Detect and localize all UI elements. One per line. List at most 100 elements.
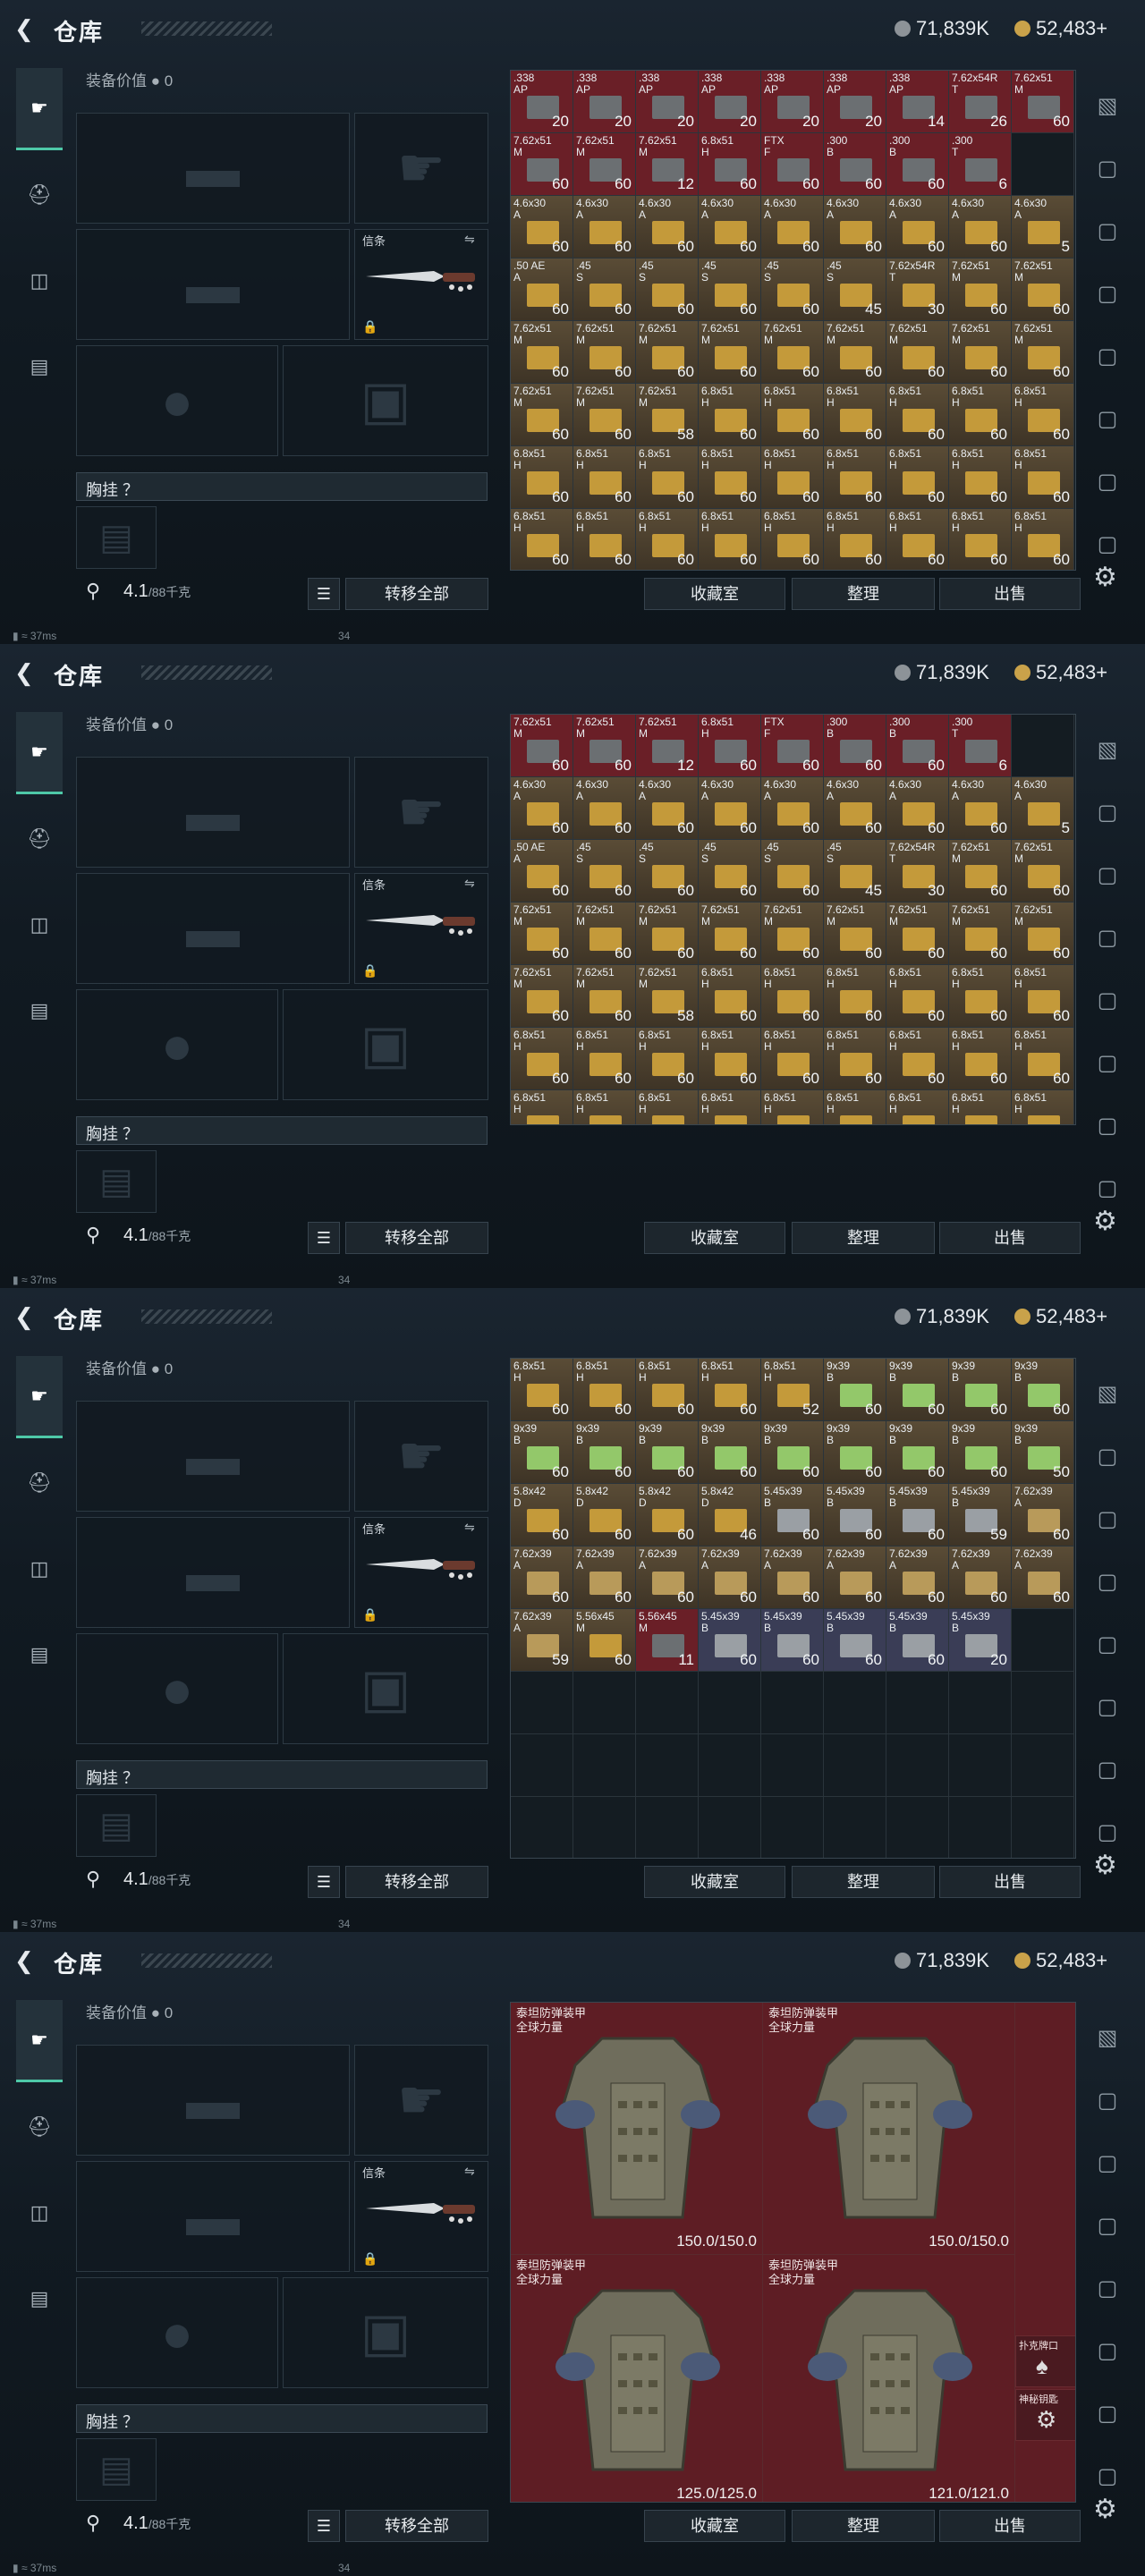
inventory-cell[interactable]: 5.45x39 B 59	[949, 1484, 1012, 1546]
inventory-cell[interactable]: 6.8x51 H60	[636, 509, 699, 570]
inventory-cell[interactable]: .45 S 60	[573, 840, 636, 902]
inventory-cell[interactable]: .300 B 60	[886, 715, 949, 777]
tab-armor[interactable]: ⛑	[16, 2086, 63, 2168]
armor-item[interactable]: 泰坦防弹装甲 全球力量 150.0/150.0	[511, 2003, 763, 2255]
chest-rig-slot[interactable]: 胸挂 ？	[76, 2404, 488, 2433]
body-armor-slot[interactable]: ▣	[283, 1633, 488, 1744]
primary-weapon-slot[interactable]: ▬	[76, 113, 350, 224]
inventory-cell[interactable]: 6.8x51 H60	[824, 384, 886, 446]
inventory-cell[interactable]: 9x39 B 60	[949, 1359, 1012, 1421]
storage-tab-5[interactable]: ▢	[1082, 1617, 1132, 1671]
inventory-cell[interactable]: 7.62x54R T 26	[949, 71, 1012, 133]
inventory-cell[interactable]: 4.6x30 A 60	[886, 196, 949, 258]
sell-button[interactable]: 出售	[939, 1866, 1081, 1898]
tab-backpack[interactable]: ▤	[16, 970, 63, 1052]
tab-armor[interactable]: ⛑	[16, 154, 63, 236]
inventory-cell[interactable]: 6.8x51 H60	[824, 1090, 886, 1124]
inventory-cell[interactable]: 6.8x51 H60	[1012, 1090, 1074, 1124]
inventory-cell[interactable]: .45 S 60	[761, 258, 824, 321]
storage-tab-3[interactable]: ▢	[1082, 2136, 1132, 2190]
storage-tab-5[interactable]: ▢	[1082, 2261, 1132, 2315]
inventory-cell[interactable]: 6.8x51 H60	[824, 509, 886, 570]
inventory-cell[interactable]: .45 S 60	[699, 840, 761, 902]
inventory-cell[interactable]: 7.62x51 M 60	[636, 902, 699, 965]
storage-tab-4[interactable]: ▢	[1082, 267, 1132, 320]
inventory-cell[interactable]: 6.8x51 H60	[761, 384, 824, 446]
empty-cell[interactable]	[573, 1734, 636, 1797]
tab-vest[interactable]: ◫	[16, 884, 63, 966]
secondary-weapon-slot[interactable]: ▬	[76, 229, 350, 340]
helmet-slot[interactable]: ●	[76, 1633, 278, 1744]
storage-tab-1[interactable]: ▧	[1082, 1367, 1132, 1420]
inventory-cell[interactable]: 6.8x51 H60	[636, 1090, 699, 1124]
storage-tab-1[interactable]: ▧	[1082, 2011, 1132, 2064]
tab-weapons[interactable]: ☛	[16, 1356, 63, 1438]
inventory-cell[interactable]: 7.62x51 M 60	[511, 133, 573, 196]
inventory-cell[interactable]: 6.8x51 H60	[699, 1090, 761, 1124]
inventory-cell[interactable]: 6.8x51 H60	[886, 965, 949, 1028]
inventory-cell[interactable]: 4.6x30 A 60	[511, 777, 573, 840]
empty-cell[interactable]	[511, 1797, 573, 1858]
inventory-cell[interactable]: 7.62x51 M 60	[511, 965, 573, 1028]
inventory-cell[interactable]: 7.62x51 M 60	[573, 133, 636, 196]
inventory-cell[interactable]: 5.45x39 B 60	[761, 1609, 824, 1672]
empty-cell[interactable]	[761, 1734, 824, 1797]
tab-weapons[interactable]: ☛	[16, 2000, 63, 2082]
backpack-slot[interactable]: ▤	[76, 1150, 157, 1213]
inventory-cell[interactable]: 4.6x30 A 60	[573, 196, 636, 258]
inventory-cell[interactable]: 4.6x30 A 60	[511, 196, 573, 258]
empty-cell[interactable]	[949, 1734, 1012, 1797]
inventory-cell[interactable]: .45 S 45	[824, 258, 886, 321]
inventory-cell[interactable]: .300 T 6	[949, 133, 1012, 196]
inventory-cell[interactable]: 5.45x39 B 60	[699, 1609, 761, 1672]
inventory-cell[interactable]: 6.8x51 H60	[699, 1359, 761, 1421]
inventory-cell[interactable]: .338 AP 20	[636, 71, 699, 133]
swap-icon[interactable]: ⇋	[464, 876, 475, 891]
inventory-cell[interactable]: 7.62x51 M 60	[511, 902, 573, 965]
gear-icon[interactable]: ⚙	[1093, 1206, 1117, 1237]
inventory-cell[interactable]: 4.6x30 A 60	[824, 777, 886, 840]
inventory-cell[interactable]: 7.62x39 A 59	[511, 1609, 573, 1672]
empty-cell[interactable]	[949, 1672, 1012, 1734]
inventory-cell[interactable]: 6.8x51 H60	[699, 133, 761, 196]
organize-button[interactable]: 整理	[792, 578, 935, 610]
transfer-all-button[interactable]: 转移全部	[345, 1222, 488, 1254]
inventory-cell[interactable]: .300 B 60	[824, 133, 886, 196]
inventory-cell[interactable]: 6.8x51 H60	[761, 1028, 824, 1090]
inventory-cell[interactable]: 6.8x51 H60	[699, 1028, 761, 1090]
inventory-cell[interactable]: 7.62x51 M 60	[886, 902, 949, 965]
inventory-cell[interactable]: 4.6x30 A 60	[699, 777, 761, 840]
inventory-cell[interactable]	[1012, 715, 1074, 777]
inventory-cell[interactable]: .338 AP 14	[886, 71, 949, 133]
empty-cell[interactable]	[824, 1734, 886, 1797]
inventory-cell[interactable]: 4.6x30 A 60	[636, 196, 699, 258]
pistol-slot[interactable]: ☛	[354, 1401, 488, 1512]
inventory-cell[interactable]: 7.62x51 M 60	[1012, 902, 1074, 965]
backpack-slot[interactable]: ▤	[76, 1794, 157, 1857]
inventory-cell[interactable]: 6.8x51 H60	[949, 1090, 1012, 1124]
inventory-cell[interactable]: 7.62x51 M 60	[573, 384, 636, 446]
inventory-cell[interactable]: 7.62x39 A 60	[573, 1546, 636, 1609]
inventory-cell[interactable]: 7.62x51 M 12	[636, 715, 699, 777]
inventory-cell[interactable]: .300 T 6	[949, 715, 1012, 777]
inventory-cell[interactable]: 7.62x39 A 60	[1012, 1546, 1074, 1609]
inventory-cell[interactable]: 5.8x42 D 60	[573, 1484, 636, 1546]
inventory-cell[interactable]: 7.62x51 M 60	[1012, 840, 1074, 902]
storage-tab-5[interactable]: ▢	[1082, 329, 1132, 383]
inventory-cell[interactable]: 4.6x30 A 60	[573, 777, 636, 840]
inventory-cell[interactable]: 7.62x51 M 60	[573, 715, 636, 777]
inventory-cell[interactable]: .338 AP 20	[511, 71, 573, 133]
gear-icon[interactable]: ⚙	[1093, 2494, 1117, 2525]
melee-slot[interactable]: 信条 ⇋ 🔒	[354, 2161, 488, 2272]
inventory-cell[interactable]: 6.8x51 H 52	[761, 1359, 824, 1421]
storage-tab-2[interactable]: ▢	[1082, 141, 1132, 195]
inventory-cell[interactable]: 7.62x39 A 60	[886, 1546, 949, 1609]
inventory-cell[interactable]: .45 S 60	[636, 840, 699, 902]
pistol-slot[interactable]: ☛	[354, 2045, 488, 2156]
storage-tab-4[interactable]: ▢	[1082, 911, 1132, 964]
inventory-cell[interactable]: 5.45x39 B 60	[824, 1609, 886, 1672]
chest-rig-slot[interactable]: 胸挂 ？	[76, 1760, 488, 1789]
storage-tab-3[interactable]: ▢	[1082, 1492, 1132, 1546]
inventory-cell[interactable]: 9x39 B 60	[886, 1421, 949, 1484]
melee-slot[interactable]: 信条 ⇋ 🔒	[354, 229, 488, 340]
